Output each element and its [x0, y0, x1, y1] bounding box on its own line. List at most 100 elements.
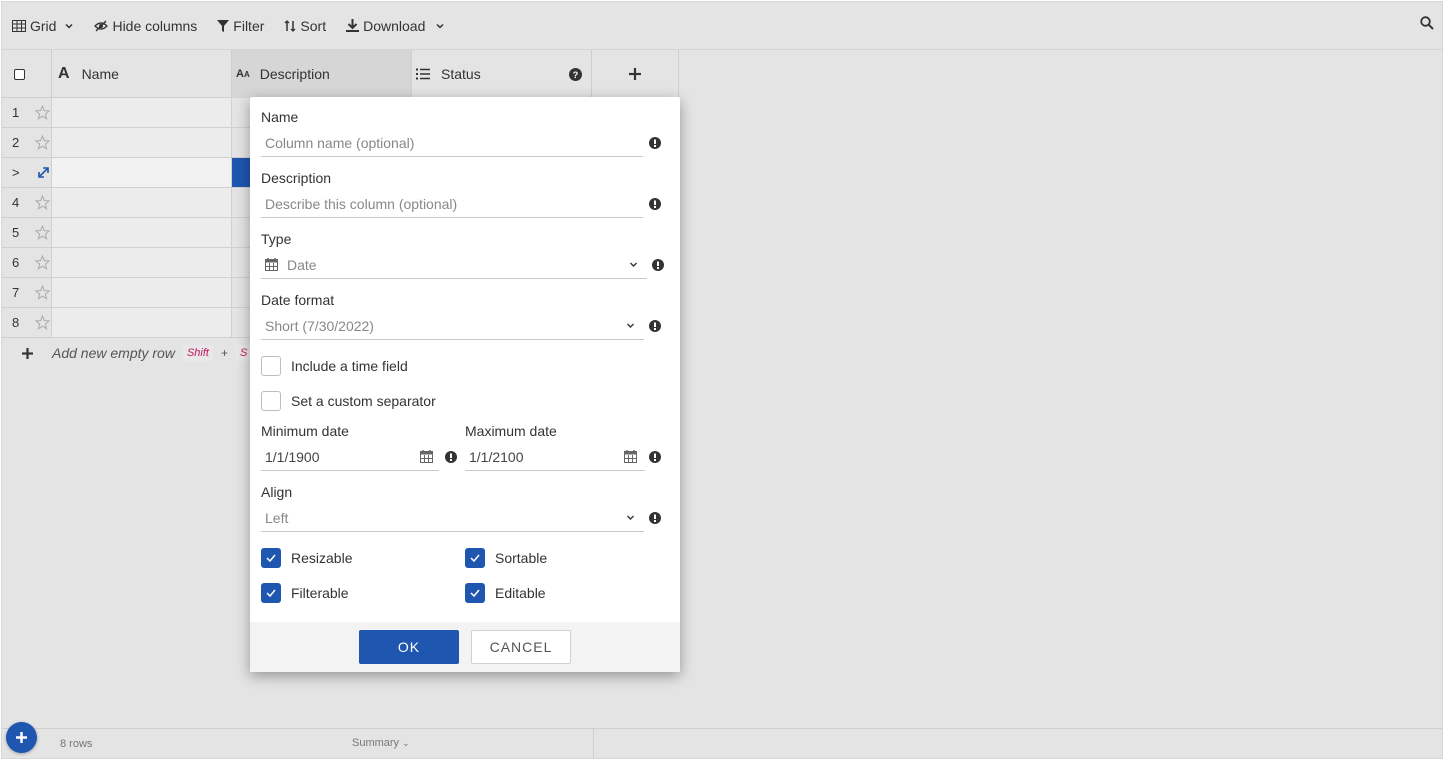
star-icon[interactable] [35, 315, 50, 330]
chevron-down-icon [627, 323, 634, 328]
info-icon [649, 320, 661, 332]
description-input[interactable]: Describe this column (optional) [261, 190, 643, 218]
column-header-status[interactable]: Status ? [412, 50, 592, 98]
align-label: Align [261, 484, 293, 500]
info-icon [649, 451, 661, 463]
custom-separator-checkbox[interactable] [261, 391, 281, 411]
grid-view-button[interactable]: Grid [12, 18, 74, 34]
filter-label: Filter [233, 17, 265, 34]
name-cell[interactable] [52, 128, 232, 157]
check-icon [266, 589, 276, 597]
plus-icon [629, 68, 641, 80]
custom-separator-label: Set a custom separator [291, 393, 436, 409]
sort-label: Sort [300, 17, 327, 34]
expand-icon[interactable] [37, 166, 50, 179]
help-icon[interactable]: ? [569, 68, 582, 81]
editable-checkbox[interactable] [465, 583, 485, 603]
chevron-down-icon [630, 262, 637, 267]
type-select[interactable]: Date [261, 251, 647, 279]
star-icon[interactable] [35, 225, 50, 240]
select-all-checkbox[interactable] [14, 68, 25, 80]
sortable-checkbox[interactable] [465, 548, 485, 568]
row-index: 4 [2, 188, 52, 217]
star-icon[interactable] [35, 135, 50, 150]
star-icon[interactable] [35, 195, 50, 210]
add-row-text: Add new empty row [52, 345, 175, 361]
text-type-icon: A [58, 65, 70, 82]
row-index: > [2, 158, 52, 187]
star-icon[interactable] [35, 285, 50, 300]
type-value: Date [287, 256, 317, 273]
download-button[interactable]: Download [346, 18, 445, 34]
row-index: 2 [2, 128, 52, 157]
column-header-name[interactable]: A Name [52, 50, 232, 98]
download-label: Download [363, 17, 426, 34]
calendar-icon[interactable] [420, 450, 433, 463]
name-cell[interactable] [52, 218, 232, 247]
include-time-checkbox[interactable] [261, 356, 281, 376]
min-date-label: Minimum date [261, 423, 349, 439]
name-input[interactable]: Column name (optional) [261, 129, 643, 157]
row-index: 7 [2, 278, 52, 307]
add-new-row[interactable]: Add new empty row Shift + S [2, 338, 252, 368]
filterable-checkbox[interactable] [261, 583, 281, 603]
info-icon [649, 198, 661, 210]
add-row-plus[interactable] [2, 347, 52, 359]
column-description-label: Description [259, 66, 330, 82]
column-header-description[interactable]: AA Description [232, 50, 412, 98]
chevron-down-icon [436, 23, 444, 29]
row-number: 8 [12, 315, 20, 330]
select-all-checkbox-cell [2, 50, 52, 98]
hide-columns-button[interactable]: Hide columns [94, 18, 197, 34]
column-name-label: Name [81, 66, 119, 82]
star-icon[interactable] [35, 105, 50, 120]
calendar-icon[interactable] [624, 450, 637, 463]
name-cell[interactable] [52, 158, 232, 187]
plus-icon [16, 732, 27, 743]
align-select[interactable]: Left [261, 504, 644, 532]
name-cell[interactable] [52, 98, 232, 127]
summary-button[interactable]: Summary ⌄ [352, 737, 410, 749]
name-cell[interactable] [52, 248, 232, 277]
date-format-label: Date format [261, 292, 335, 308]
name-cell[interactable] [52, 278, 232, 307]
search-button[interactable] [1420, 16, 1434, 33]
add-row-fab[interactable] [6, 722, 37, 753]
filter-icon [217, 19, 230, 32]
description-placeholder: Describe this column (optional) [265, 195, 458, 212]
check-icon [470, 589, 480, 597]
name-cell[interactable] [52, 188, 232, 217]
row-index: 8 [2, 308, 52, 337]
row-number: 5 [12, 225, 20, 240]
date-format-value: Short (7/30/2022) [265, 317, 374, 334]
row-index: 5 [2, 218, 52, 247]
resizable-checkbox[interactable] [261, 548, 281, 568]
date-format-select[interactable]: Short (7/30/2022) [261, 312, 644, 340]
svg-text:?: ? [573, 70, 579, 80]
chevron-down-icon: ⌄ [402, 738, 410, 748]
calendar-icon [265, 258, 278, 271]
star-icon[interactable] [35, 255, 50, 270]
row-expand-chevron[interactable]: > [12, 165, 20, 180]
ok-button[interactable]: OK [359, 630, 459, 664]
grid-icon [12, 19, 26, 32]
shortcut-key-shift: Shift [182, 345, 213, 361]
info-icon [652, 259, 664, 271]
info-icon [649, 512, 661, 524]
row-count: 8 rows [60, 738, 93, 750]
long-text-type-icon: AA [236, 68, 250, 80]
search-icon [1420, 16, 1434, 30]
type-label: Type [261, 231, 292, 247]
name-cell[interactable] [52, 308, 232, 337]
filter-button[interactable]: Filter [217, 18, 264, 34]
toolbar: Grid Hide columns Filter Sort Download [2, 2, 1442, 50]
min-date-input[interactable]: 1/1/1900 [261, 443, 439, 471]
add-column-button[interactable] [592, 50, 679, 98]
header-row: A Name AA Description Status ? [2, 50, 679, 98]
editable-label: Editable [495, 585, 546, 601]
sort-button[interactable]: Sort [284, 18, 326, 34]
dialog-footer: OK CANCEL [250, 622, 680, 672]
hide-columns-label: Hide columns [112, 17, 198, 34]
cancel-button[interactable]: CANCEL [471, 630, 571, 664]
max-date-input[interactable]: 1/1/2100 [465, 443, 645, 471]
